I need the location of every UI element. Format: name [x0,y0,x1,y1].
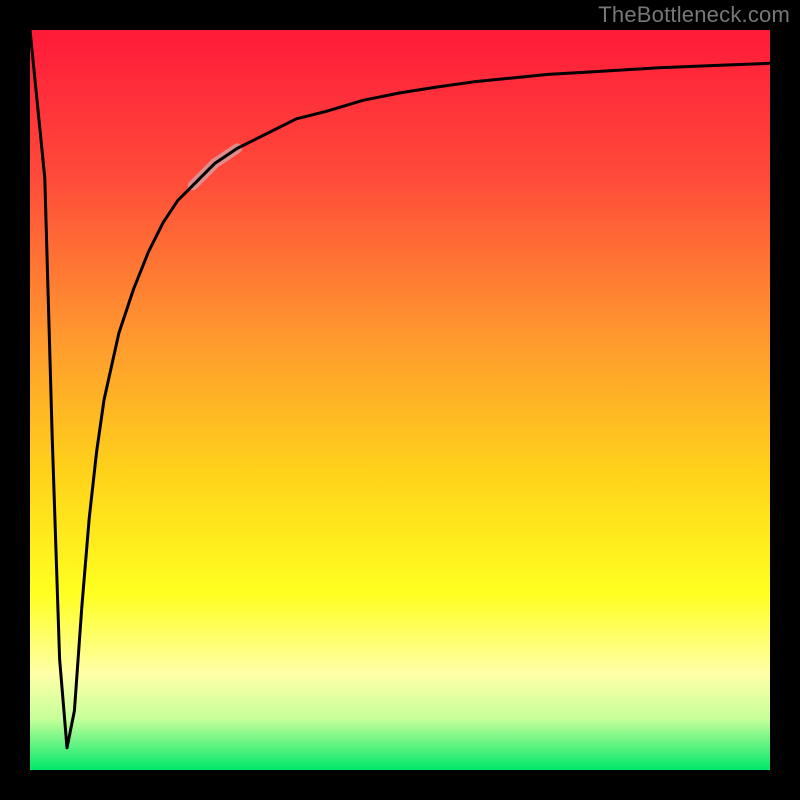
watermark-text: TheBottleneck.com [598,2,790,28]
bottleneck-curve-chart [0,0,800,800]
plot-area [30,30,770,770]
chart-stage: TheBottleneck.com [0,0,800,800]
